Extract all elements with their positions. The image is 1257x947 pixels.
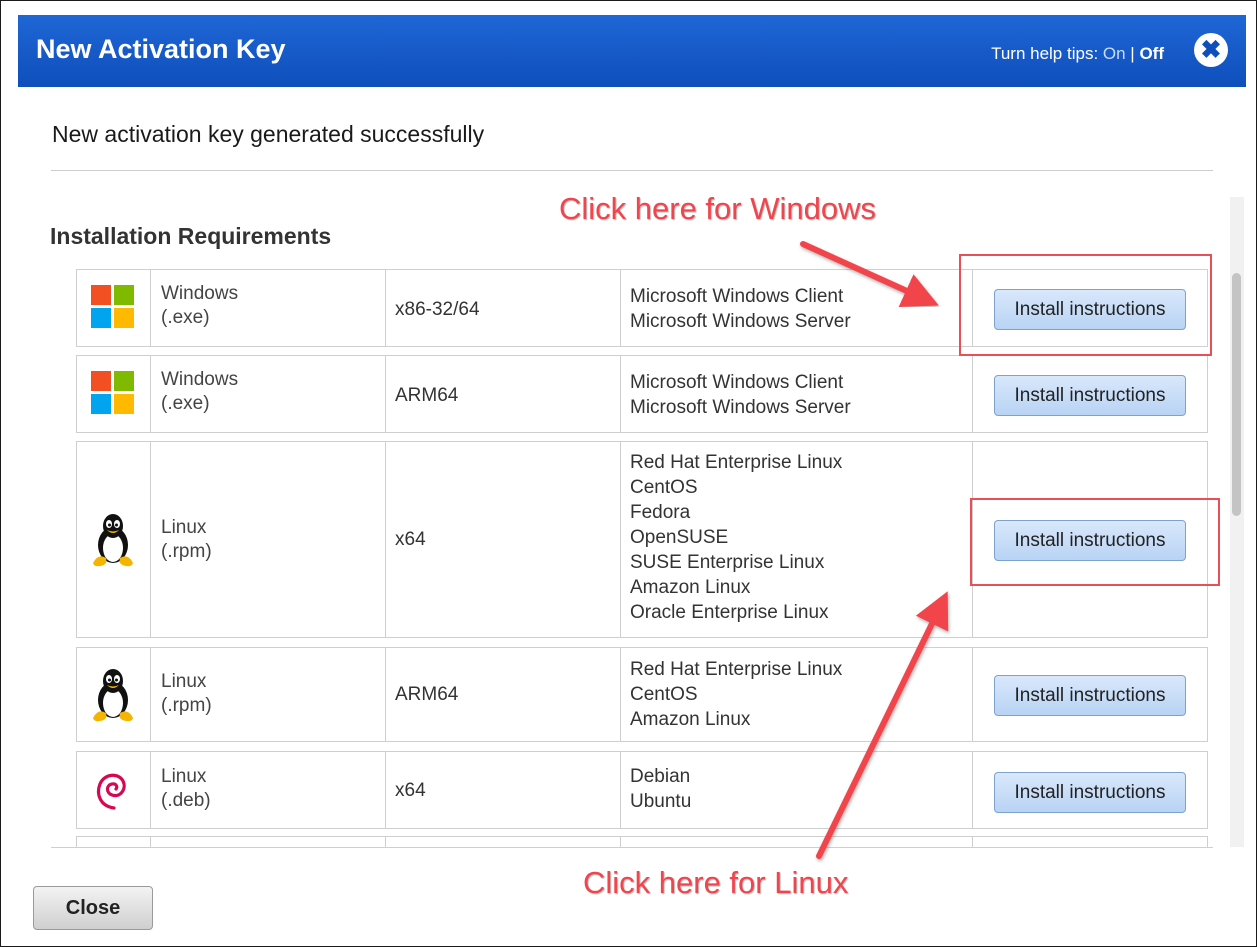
windows-callout: Click here for Windows (559, 191, 876, 226)
linux-arrow (816, 591, 949, 859)
dialog-window: New Activation Key Turn help tips: On | … (0, 0, 1257, 947)
linux-callout: Click here for Linux (583, 865, 849, 900)
windows-arrow (800, 241, 939, 308)
annotation-arrows (800, 241, 949, 859)
